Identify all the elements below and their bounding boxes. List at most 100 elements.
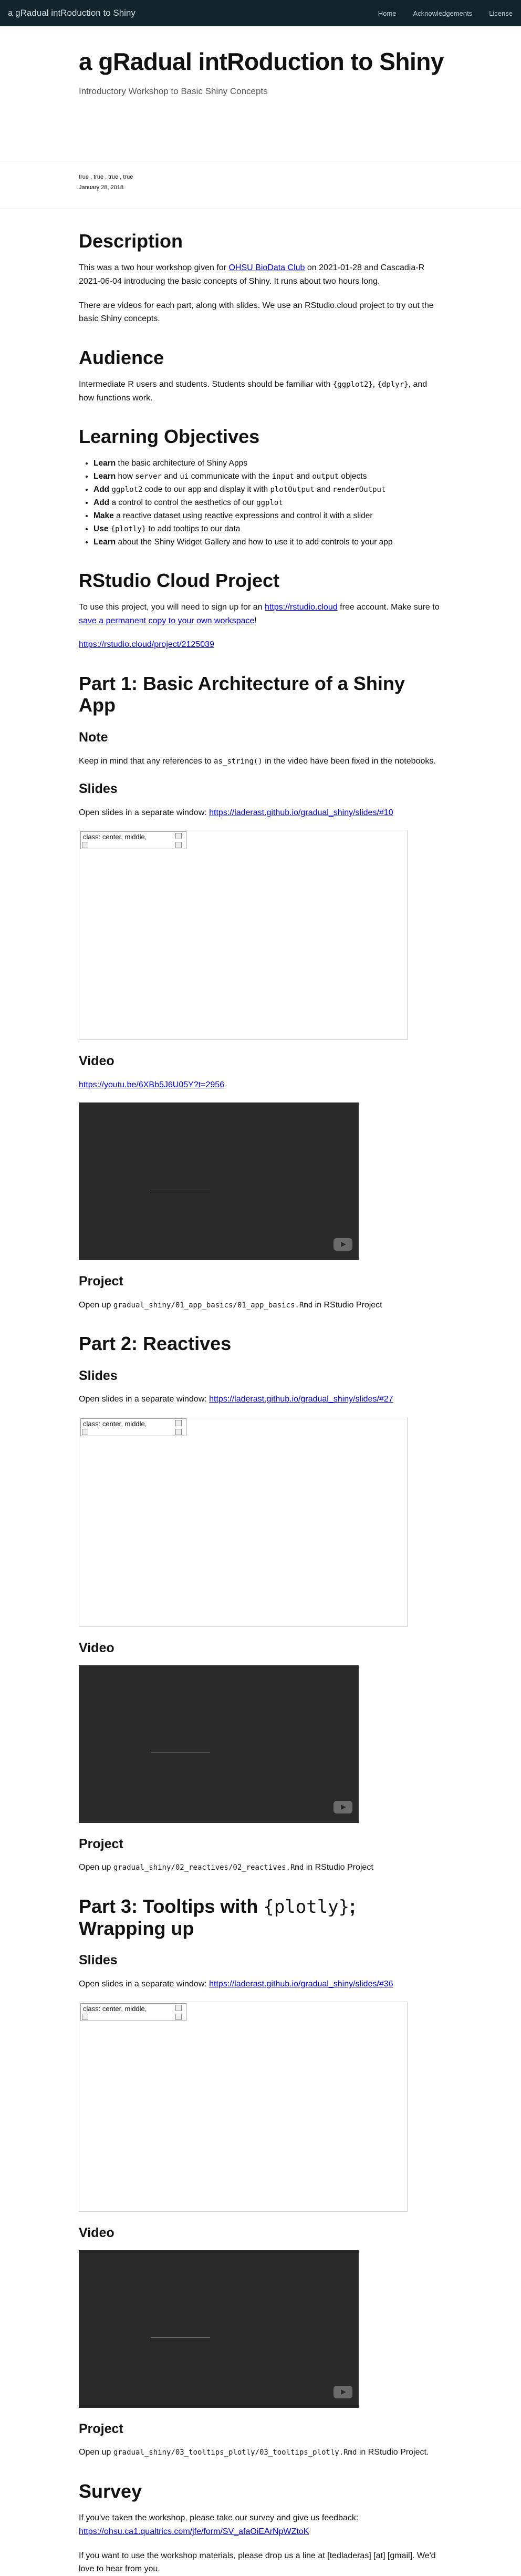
expand-icon <box>82 842 88 849</box>
site-brand[interactable]: a gRadual intRoduction to Shiny <box>8 8 136 18</box>
objective-text: how <box>116 471 136 481</box>
video-loading-bar <box>151 2337 210 2338</box>
audience-sep: , <box>372 380 378 389</box>
part3-slides-paragraph: Open slides in a separate window: https:… <box>79 1977 442 1991</box>
objective-code: ggplot2 <box>111 485 143 494</box>
slide-badge: class: center, middle, <box>80 2003 186 2021</box>
objective-verb: Add <box>93 485 110 494</box>
nav-link-acknowledgements[interactable]: Acknowledgements <box>413 9 472 17</box>
objective-verb: Make <box>93 511 114 520</box>
part2-slides-link[interactable]: https://laderast.github.io/gradual_shiny… <box>209 1395 393 1404</box>
part3-project-heading: Project <box>79 2421 123 2436</box>
part1-slides-heading: Slides <box>79 781 118 797</box>
top-navbar: a gRadual intRoduction to Shiny Home Ack… <box>0 0 521 26</box>
objective-code: ggplot <box>256 498 283 507</box>
objective-verb: Learn <box>93 537 116 547</box>
page-meta: true , true , true , true January 28, 20… <box>0 161 521 209</box>
note-text: Keep in mind that any references to <box>79 756 214 766</box>
part1-slides-frame[interactable]: class: center, middle, <box>79 830 408 1040</box>
ggplot2-code: {ggplot2} <box>332 380 373 389</box>
objective-verb: Learn <box>93 471 116 481</box>
nav-link-home[interactable]: Home <box>378 9 397 17</box>
nav-link-license[interactable]: License <box>489 9 513 17</box>
part1-video-link[interactable]: https://youtu.be/6XBb5J6U05Y?t=2956 <box>79 1080 224 1089</box>
part2-video-player[interactable] <box>79 1665 359 1823</box>
part3-project-paragraph: Open up gradual_shiny/03_tooltips_plotly… <box>79 2446 442 2459</box>
expand-icon <box>82 2013 88 2020</box>
biodata-club-link[interactable]: OHSU BioData Club <box>228 263 305 272</box>
audience-heading: Audience <box>79 346 164 368</box>
part3-heading-text: Part 3: Tooltips with <box>79 1895 264 1917</box>
list-item: Make a reactive dataset using reactive e… <box>93 510 442 522</box>
dplyr-code: {dplyr} <box>377 380 409 389</box>
cloud-paragraph: To use this project, you will need to si… <box>79 601 442 627</box>
date-line: January 28, 2018 <box>79 184 124 191</box>
part3-slides-frame[interactable]: class: center, middle, <box>79 2001 408 2212</box>
expand-icon <box>175 1428 182 1435</box>
expand-icon <box>175 842 182 849</box>
youtube-icon[interactable] <box>334 2385 352 2398</box>
objective-code: {plotly} <box>110 524 147 533</box>
slides-text: Open slides in a separate window: <box>79 808 210 817</box>
expand-icon <box>175 2013 182 2020</box>
slide-badge: class: center, middle, <box>80 831 186 850</box>
objective-verb: Add <box>93 498 110 507</box>
part3-slides-link[interactable]: https://laderast.github.io/gradual_shiny… <box>209 1980 393 1988</box>
part2-video-heading: Video <box>79 1640 114 1655</box>
part2-slides-heading: Slides <box>79 1368 118 1383</box>
objective-code: plotOutput <box>270 485 315 494</box>
slides-text: Open slides in a separate window: <box>79 1395 210 1404</box>
youtube-icon[interactable] <box>334 1238 352 1251</box>
list-item: Use {plotly} to add tooltips to our data <box>93 523 442 535</box>
cloud-project-link[interactable]: https://rstudio.cloud/project/2125039 <box>79 640 214 649</box>
contact-paragraph: If you want to use the workshop material… <box>79 2551 436 2574</box>
objective-text: and <box>314 485 333 494</box>
project-path-code: gradual_shiny/03_tooltips_plotly/03_tool… <box>113 2448 357 2457</box>
part2-slides-paragraph: Open slides in a separate window: https:… <box>79 1393 442 1406</box>
objective-text: a control to control the aesthetics of o… <box>109 498 257 507</box>
objective-text: to add tooltips to our data <box>146 524 241 533</box>
project-text: Open up <box>79 2448 113 2457</box>
save-copy-link[interactable]: save a permanent copy to your own worksp… <box>79 616 254 625</box>
objective-verb: Use <box>93 524 109 533</box>
survey-link[interactable]: https://ohsu.ca1.qualtrics.com/jfe/form/… <box>79 2527 309 2536</box>
part1-video-heading: Video <box>79 1054 114 1069</box>
list-item: Learn the basic architecture of Shiny Ap… <box>93 457 442 470</box>
part2-slides-frame[interactable]: class: center, middle, <box>79 1416 408 1627</box>
objective-code: ui <box>180 472 189 481</box>
rstudio-cloud-link[interactable]: https://rstudio.cloud <box>265 603 338 612</box>
objective-text: communicate with the <box>189 471 272 481</box>
objective-code: output <box>312 472 339 481</box>
part1-video-player[interactable] <box>79 1102 359 1260</box>
part3-slides-heading: Slides <box>79 1953 118 1968</box>
objective-verb: Learn <box>93 458 116 468</box>
part1-project-paragraph: Open up gradual_shiny/01_app_basics/01_a… <box>79 1299 442 1312</box>
objective-text: and <box>294 471 312 481</box>
cloud-project-paragraph: https://rstudio.cloud/project/2125039 <box>79 638 442 652</box>
objective-text: and <box>161 471 180 481</box>
note-heading: Note <box>79 729 108 745</box>
part2-project-heading: Project <box>79 1836 123 1851</box>
cloud-text-2: free account. Make sure to <box>337 603 440 612</box>
plotly-code: {plotly} <box>263 1897 350 1918</box>
part1-slides-paragraph: Open slides in a separate window: https:… <box>79 806 442 820</box>
objectives-heading: Learning Objectives <box>79 426 260 448</box>
part1-slides-link[interactable]: https://laderast.github.io/gradual_shiny… <box>209 808 393 817</box>
list-item: Learn how server and ui communicate with… <box>93 470 442 483</box>
slide-badge-text: class: center, middle, <box>83 1419 147 1428</box>
audience-paragraph: Intermediate R users and students. Stude… <box>79 378 442 405</box>
list-item: Learn about the Shiny Widget Gallery and… <box>93 536 442 549</box>
page-title: a gRadual intRoduction to Shiny <box>79 48 444 75</box>
as-string-code: as_string() <box>214 757 263 766</box>
slides-text: Open slides in a separate window: <box>79 1980 210 1989</box>
description-paragraph-1: This was a two hour workshop given for O… <box>79 261 442 288</box>
youtube-icon[interactable] <box>334 1800 352 1813</box>
part3-video-player[interactable] <box>79 2250 359 2408</box>
objective-code: input <box>272 472 294 481</box>
project-path-code: gradual_shiny/01_app_basics/01_app_basic… <box>113 1301 313 1310</box>
part3-heading: Part 3: Tooltips with {plotly}; Wrapping… <box>79 1895 442 1939</box>
project-text: Open up <box>79 1863 113 1872</box>
part2-heading: Part 2: Reactives <box>79 1333 232 1355</box>
project-path-code: gradual_shiny/02_reactives/02_reactives.… <box>113 1863 304 1872</box>
description-paragraph-2: There are videos for each part, along wi… <box>79 301 434 324</box>
